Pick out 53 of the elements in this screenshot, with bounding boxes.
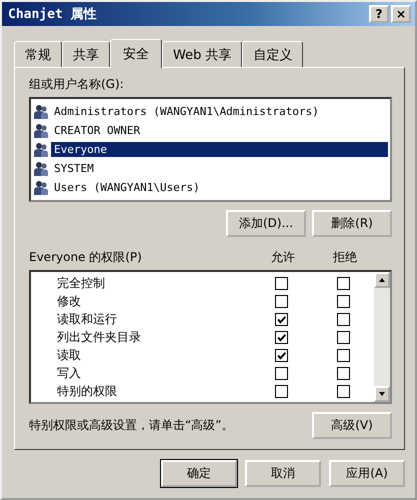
dialog-button[interactable]: 取消: [245, 460, 321, 487]
allow-checkbox[interactable]: [274, 366, 288, 380]
allow-checkbox[interactable]: [274, 330, 288, 344]
advanced-hint: 特别权限或高级设置，请单击“高级”。: [29, 417, 234, 434]
user-group-icon: [33, 104, 49, 120]
window-title: Chanjet 属性: [8, 6, 97, 23]
up-arrow-icon: [378, 276, 386, 284]
permissions-label: Everyone 的权限(P): [29, 249, 143, 266]
scrollbar[interactable]: [374, 272, 390, 402]
tab[interactable]: 常规: [14, 41, 62, 67]
permission-name: 特别的权限: [56, 382, 118, 400]
tab[interactable]: Web 共享: [162, 41, 242, 67]
add-button[interactable]: 添加(D)...: [226, 210, 306, 237]
dialog-button[interactable]: 确定: [161, 460, 237, 487]
dialog-button[interactable]: 应用(A): [329, 460, 405, 487]
remove-button[interactable]: 删除(R): [312, 210, 392, 237]
permission-name: 修改: [56, 292, 82, 310]
user-group-icon: [33, 122, 49, 138]
deny-checkbox[interactable]: [336, 312, 350, 326]
tab[interactable]: 共享: [62, 41, 110, 67]
permission-name: 读取和运行: [56, 310, 118, 328]
deny-checkbox[interactable]: [336, 348, 350, 362]
user-group-icon: [33, 180, 49, 196]
user-list-item[interactable]: Users (WANGYAN1\Users): [51, 180, 388, 195]
user-list-item[interactable]: Administrators (WANGYAN1\Administrators): [51, 104, 388, 119]
close-button[interactable]: ×: [391, 5, 411, 23]
deny-checkbox[interactable]: [336, 294, 350, 308]
users-label: 组或用户名称(G):: [29, 76, 125, 93]
deny-checkbox[interactable]: [336, 384, 350, 398]
allow-checkbox[interactable]: [274, 312, 288, 326]
permission-name: 完全控制: [56, 274, 106, 292]
down-arrow-icon: [378, 390, 386, 398]
allow-checkbox[interactable]: [274, 294, 288, 308]
user-list-item[interactable]: SYSTEM: [51, 161, 388, 176]
allow-checkbox[interactable]: [274, 276, 288, 290]
user-list-item[interactable]: CREATOR OWNER: [51, 123, 388, 138]
help-button[interactable]: ?: [369, 5, 389, 23]
permission-name: 列出文件夹目录: [56, 328, 142, 346]
tab[interactable]: 自定义: [242, 41, 304, 67]
deny-header: 拒绝: [332, 249, 358, 266]
user-group-icon: [33, 142, 49, 158]
allow-header: 允许: [270, 249, 296, 266]
deny-checkbox[interactable]: [336, 366, 350, 380]
allow-checkbox[interactable]: [274, 348, 288, 362]
permission-name: 写入: [56, 364, 82, 382]
tab[interactable]: 安全: [110, 39, 162, 68]
deny-checkbox[interactable]: [336, 330, 350, 344]
permission-name: 读取: [56, 346, 82, 364]
user-group-icon: [33, 160, 49, 176]
deny-checkbox[interactable]: [336, 276, 350, 290]
allow-checkbox[interactable]: [274, 384, 288, 398]
user-list-item[interactable]: Everyone: [51, 142, 388, 157]
advanced-button[interactable]: 高级(V): [312, 412, 392, 439]
